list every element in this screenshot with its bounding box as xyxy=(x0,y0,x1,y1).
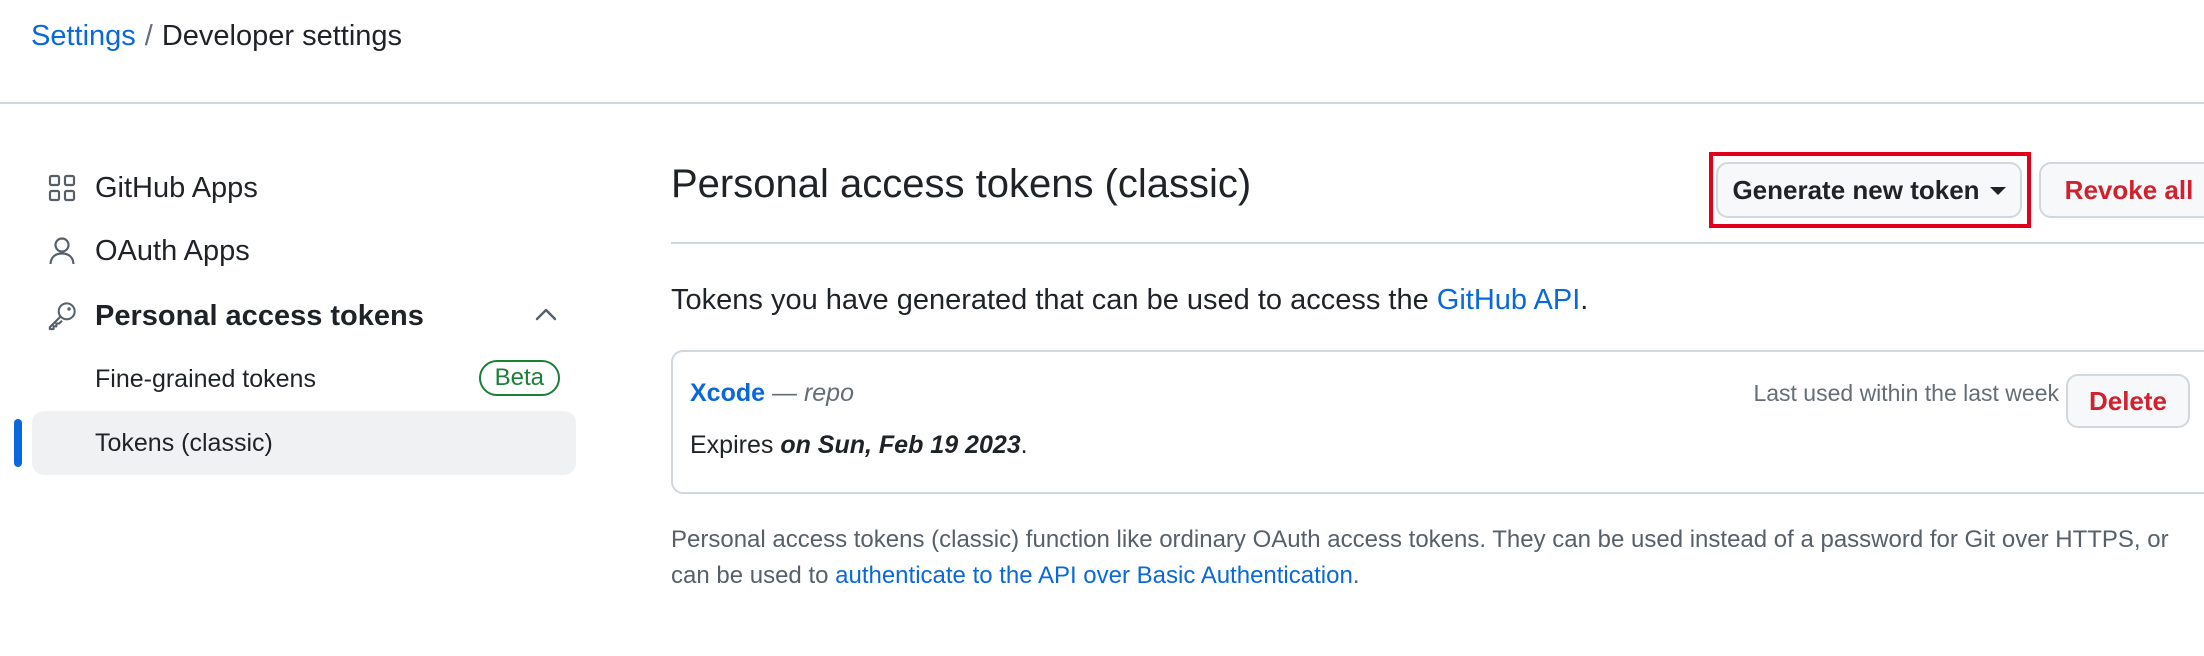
generate-new-token-button[interactable]: Generate new token xyxy=(1716,162,2022,218)
token-dash: — xyxy=(765,379,804,407)
sidebar-subitem-label: Fine-grained tokens xyxy=(95,364,316,393)
person-icon xyxy=(47,236,77,266)
sidebar-item-label: OAuth Apps xyxy=(95,234,250,267)
sidebar-item-label: GitHub Apps xyxy=(95,171,258,204)
token-name-link[interactable]: Xcode xyxy=(690,379,765,407)
divider xyxy=(671,242,2204,244)
breadcrumb-current: Developer settings xyxy=(161,20,403,52)
footer-note: Personal access tokens (classic) functio… xyxy=(671,522,2171,594)
sidebar-item-personal-access-tokens[interactable]: Personal access tokens xyxy=(32,287,576,345)
expiry-date: on Sun, Feb 19 2023 xyxy=(780,431,1021,459)
caret-down-icon xyxy=(1989,187,2006,195)
sidebar-item-oauth-apps[interactable]: OAuth Apps xyxy=(32,222,576,280)
sidebar-subitem-label: Tokens (classic) xyxy=(95,428,273,457)
token-expiry: Expires on Sun, Feb 19 2023. xyxy=(690,428,1028,462)
intro-text-body: Tokens you have generated that can be us… xyxy=(671,284,1437,316)
intro-text: Tokens you have generated that can be us… xyxy=(671,280,1588,320)
revoke-all-button[interactable]: Revoke all xyxy=(2039,162,2204,218)
expiry-prefix: Expires xyxy=(690,431,781,459)
sidebar-subitem-fine-grained-tokens[interactable]: Fine-grained tokens Beta xyxy=(32,347,576,411)
token-title: Xcode — repo xyxy=(690,376,854,410)
beta-badge: Beta xyxy=(478,360,560,396)
breadcrumb: Settings / Developer settings xyxy=(31,16,402,56)
delete-token-button[interactable]: Delete xyxy=(2066,374,2190,428)
github-api-link[interactable]: GitHub API xyxy=(1437,284,1580,316)
selected-indicator xyxy=(14,419,22,467)
sidebar-item-github-apps[interactable]: GitHub Apps xyxy=(32,159,576,217)
intro-text-end: . xyxy=(1580,284,1589,316)
breadcrumb-settings-link[interactable]: Settings xyxy=(31,20,136,52)
basic-auth-link[interactable]: authenticate to the API over Basic Authe… xyxy=(835,562,1353,589)
token-list-item: Xcode — repo Last used within the last w… xyxy=(671,350,2204,494)
sidebar-item-label: Personal access tokens xyxy=(95,299,424,332)
top-header: Settings / Developer settings xyxy=(0,0,2204,104)
token-scope: repo xyxy=(803,379,854,407)
breadcrumb-separator: / xyxy=(144,20,153,52)
footer-text-end: . xyxy=(1352,562,1360,589)
page-title: Personal access tokens (classic) xyxy=(671,162,1252,206)
generate-new-token-label: Generate new token xyxy=(1732,174,1980,205)
apps-grid-icon xyxy=(47,173,77,203)
chevron-up-icon[interactable] xyxy=(532,301,560,329)
key-icon xyxy=(47,301,77,331)
expiry-suffix: . xyxy=(1020,431,1028,459)
sidebar-subitem-tokens-classic[interactable]: Tokens (classic) xyxy=(32,411,576,475)
token-last-used: Last used within the last week xyxy=(1753,380,2059,406)
